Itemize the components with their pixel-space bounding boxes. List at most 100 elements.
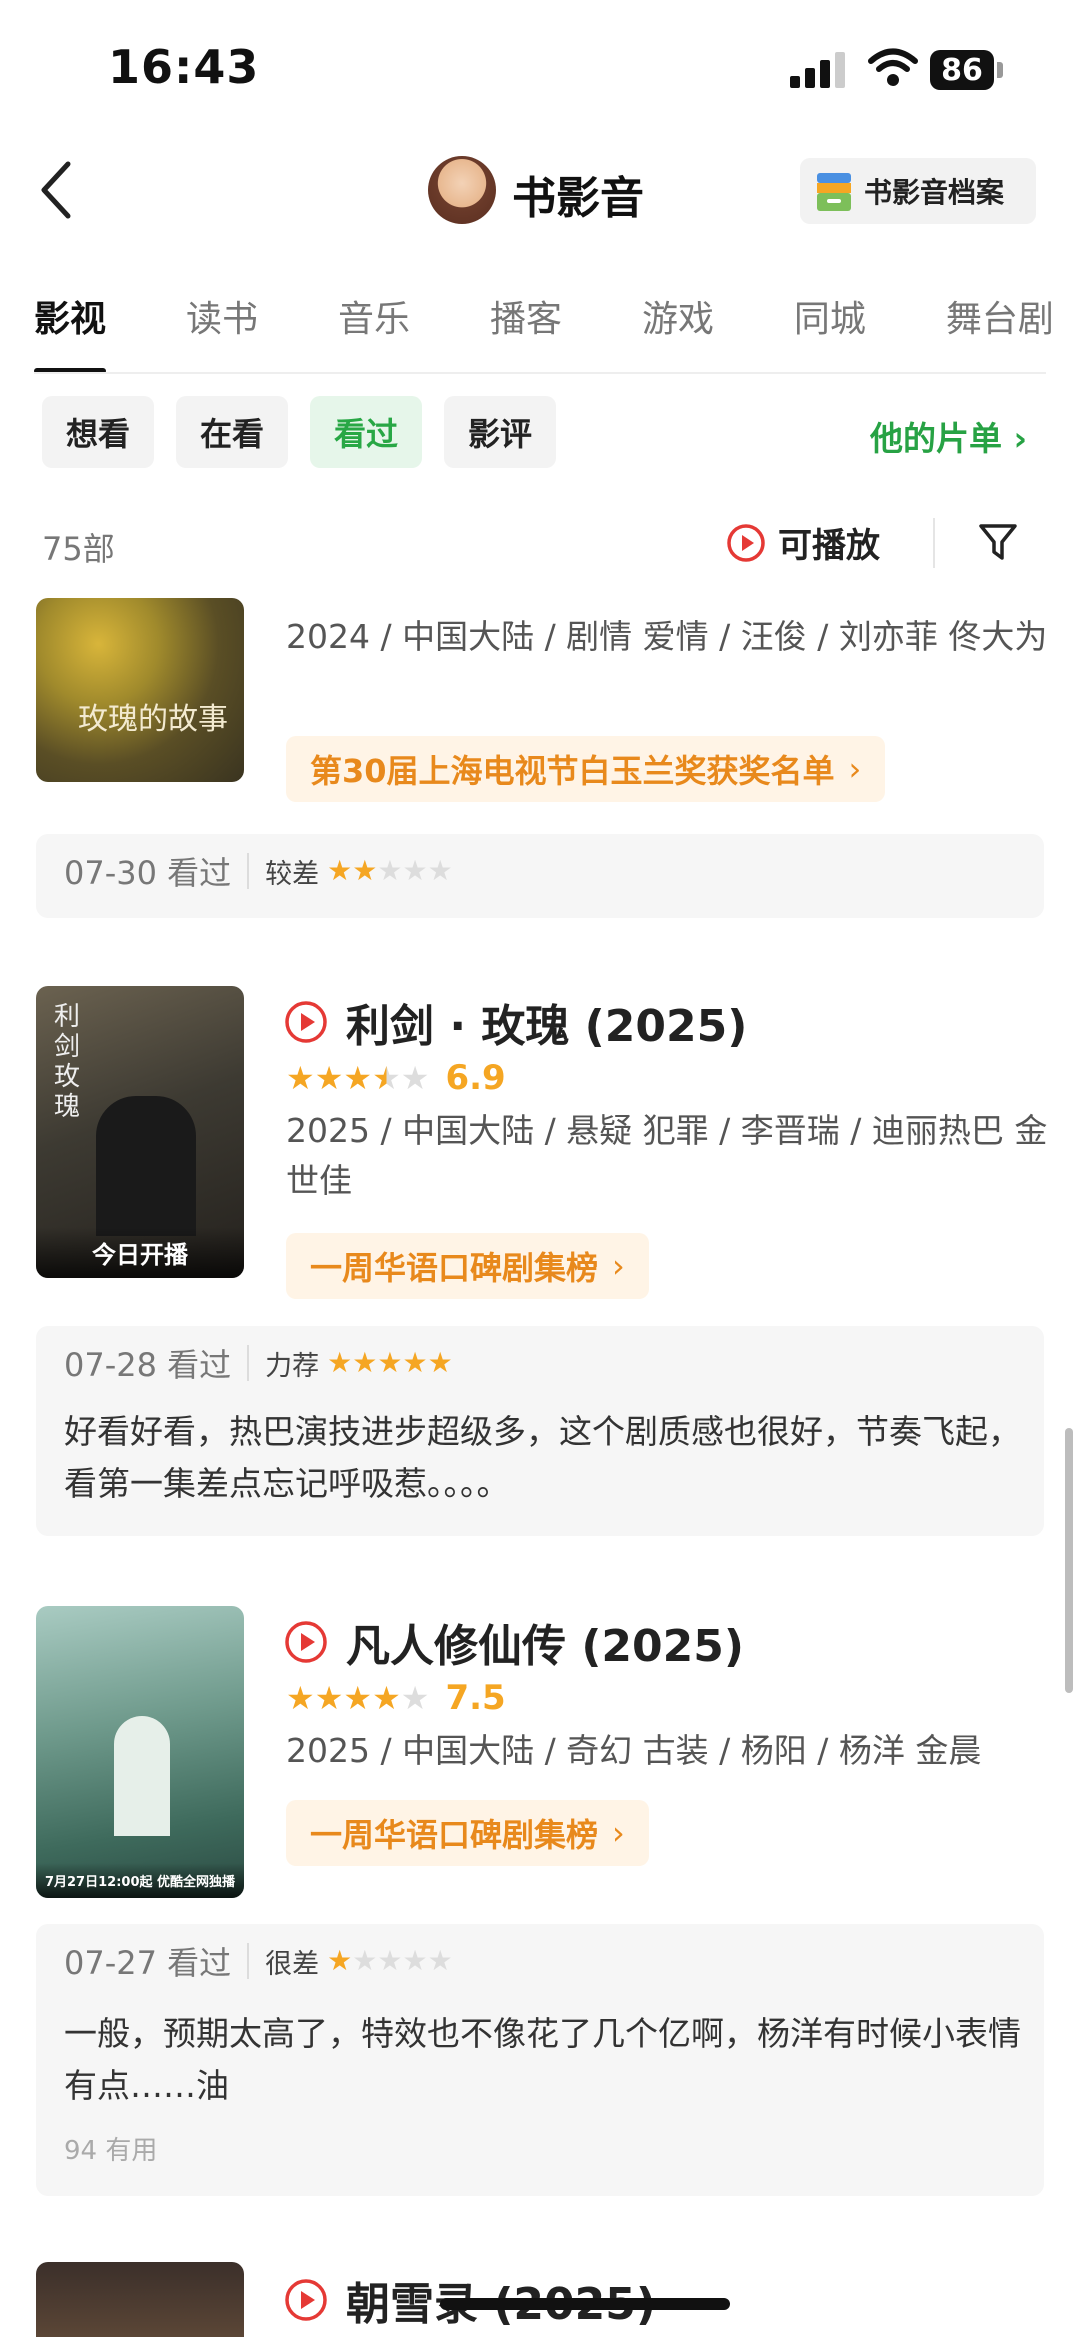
star-icon: ★ <box>314 1679 344 1717</box>
star-icon: ★ <box>343 1679 373 1717</box>
rating-stars: ★ ★ ★ ★ ★ <box>286 1682 429 1714</box>
star-icon: ★ <box>372 1679 401 1717</box>
rating-score: 7.5 <box>445 1678 506 1718</box>
useful-count[interactable]: 94 有用 <box>64 2130 157 2167</box>
wifi-icon <box>868 48 918 86</box>
review-date: 07-30 看过 <box>64 854 232 892</box>
star-icon: ★ <box>343 1059 373 1097</box>
category-tabs: 影视 读书 音乐 播客 游戏 同城 舞台剧 <box>34 290 1054 374</box>
star-icon: ★ <box>402 1346 428 1379</box>
my-list-label: 他的片单 <box>870 419 1002 458</box>
tab-music[interactable]: 音乐 <box>338 290 410 362</box>
item-title[interactable]: 凡人修仙传 (2025) <box>284 1610 744 1674</box>
tab-divider <box>34 372 1046 374</box>
page-title: 书影音 <box>512 173 644 224</box>
chip-watching[interactable]: 在看 <box>176 396 289 468</box>
user-rating-stars: ★ ★ ★ ★ ★ <box>327 1349 453 1377</box>
item-meta: 2024 / 中国大陆 / 剧情 爱情 / 汪俊 / 刘亦菲 佟大为 <box>286 617 1048 656</box>
title-text: 凡人修仙传 (2025) <box>346 1621 744 1672</box>
archive-button[interactable]: 书影音档案 <box>800 158 1036 224</box>
review-text: 好看好看，热巴演技进步超级多，这个剧质感也很好，节奏飞起，看第一集差点忘记呼吸惹… <box>64 1412 1021 1503</box>
play-circle-icon <box>285 2279 327 2321</box>
rating-row: ★ ★ ★ ★ ★ 6.9 <box>286 1058 506 1098</box>
star-icon: ★ <box>427 854 453 887</box>
funnel-filter-icon[interactable] <box>978 522 1018 564</box>
my-list-link[interactable]: 他的片单 › <box>870 412 1027 460</box>
tab-film-tv[interactable]: 影视 <box>34 290 107 374</box>
chart-badge[interactable]: 一周华语口碑剧集榜 › <box>286 1800 649 1866</box>
review-text: 一般，预期太高了，特效也不像花了几个亿啊，杨洋有时候小表情有点……油 <box>64 2014 1021 2105</box>
poster-rose-story[interactable]: 玫瑰的故事 <box>36 598 244 782</box>
divider <box>933 518 935 568</box>
poster-sword-rose[interactable]: 利剑玫瑰 今日开播 <box>36 986 244 1278</box>
chevron-right-icon: › <box>612 1247 625 1285</box>
poster-title: 玫瑰的故事 <box>78 702 228 737</box>
home-indicator[interactable] <box>440 2298 730 2310</box>
tab-books[interactable]: 读书 <box>186 290 258 362</box>
divider <box>247 1943 250 1979</box>
review-level: 很差 <box>265 1948 320 1980</box>
cellular-signal-icon <box>790 52 845 88</box>
star-icon: ★ <box>352 1944 378 1977</box>
filter-chips: 想看 在看 看过 影评 <box>42 396 557 468</box>
battery-icon: 86 <box>930 50 994 90</box>
poster-mortal-immortal[interactable]: 7月27日12:00起 优酷全网独播 <box>36 1606 244 1898</box>
playable-label: 可播放 <box>778 526 880 566</box>
status-time: 16:43 <box>108 40 260 94</box>
review-header: 07-27 看过 很差 ★ ★ ★ ★ ★ <box>64 1938 453 1984</box>
review-card[interactable]: 07-30 看过 较差 ★ ★ ★ ★ ★ <box>36 834 1044 918</box>
star-icon: ★ <box>327 1944 353 1977</box>
tab-stage[interactable]: 舞台剧 <box>946 290 1054 362</box>
poster-caption: 7月27日12:00起 优酷全网独播 <box>36 1863 244 1898</box>
playable-filter[interactable]: 可播放 <box>726 518 880 567</box>
poster-title: 利剑玫瑰 <box>54 1002 81 1122</box>
back-arrow-icon[interactable] <box>36 160 76 220</box>
item-meta: 2025 / 中国大陆 / 奇幻 古装 / 杨阳 / 杨洋 金晨 <box>286 1731 982 1770</box>
poster-zhaoxue-lu[interactable] <box>36 2262 244 2337</box>
star-icon: ★ <box>377 1346 403 1379</box>
star-icon: ★ <box>286 1059 315 1097</box>
review-card[interactable]: 07-28 看过 力荐 ★ ★ ★ ★ ★ 好看好看，热巴演技进步超级多，这个剧质感也很… <box>36 1326 1044 1536</box>
star-icon: ★ <box>400 1059 430 1097</box>
user-rating-stars: ★ ★ ★ ★ ★ <box>327 1947 453 1975</box>
chip-reviews[interactable]: 影评 <box>444 396 557 468</box>
chevron-right-icon: › <box>1013 419 1028 458</box>
star-icon: ★ <box>327 1346 353 1379</box>
user-rating-stars: ★ ★ ★ ★ ★ <box>327 857 453 885</box>
tab-podcast[interactable]: 播客 <box>490 290 562 362</box>
chart-badge[interactable]: 一周华语口碑剧集榜 › <box>286 1233 649 1299</box>
rating-stars: ★ ★ ★ ★ ★ <box>286 1062 429 1094</box>
poster-caption: 今日开播 <box>36 1227 244 1278</box>
chip-want-to-watch[interactable]: 想看 <box>42 396 155 468</box>
play-circle-icon <box>727 523 765 562</box>
badge-label: 一周华语口碑剧集榜 <box>310 1249 599 1287</box>
chip-watched[interactable]: 看过 <box>310 396 423 468</box>
poster-figure <box>114 1716 170 1836</box>
chevron-right-icon: › <box>848 750 862 788</box>
item-count: 75部 <box>42 530 115 568</box>
play-circle-icon <box>285 1621 327 1663</box>
avatar[interactable] <box>428 156 496 224</box>
review-date: 07-28 看过 <box>64 1346 232 1384</box>
divider <box>247 1345 250 1381</box>
review-card[interactable]: 07-27 看过 很差 ★ ★ ★ ★ ★ 一般，预期太高了，特效也不像花了几个亿啊，杨… <box>36 1924 1044 2196</box>
tab-games[interactable]: 游戏 <box>642 290 714 362</box>
star-icon: ★ <box>286 1679 315 1717</box>
review-header: 07-30 看过 较差 ★ ★ ★ ★ ★ <box>64 848 453 894</box>
star-icon: ★ <box>402 1944 428 1977</box>
star-icon: ★ <box>402 854 428 887</box>
star-icon: ★ <box>352 854 378 887</box>
item-meta: 2025 / 中国大陆 / 悬疑 犯罪 / 李晋瑞 / 迪丽热巴 金世佳 <box>286 1111 1048 1200</box>
star-icon: ★ <box>327 854 353 887</box>
tab-local[interactable]: 同城 <box>794 290 866 362</box>
archive-label: 书影音档案 <box>864 176 1005 209</box>
battery-tip <box>997 62 1003 78</box>
award-badge[interactable]: 第30届上海电视节白玉兰奖获奖名单 › <box>286 736 886 802</box>
review-header: 07-28 看过 力荐 ★ ★ ★ ★ ★ <box>64 1340 453 1386</box>
item-title[interactable]: 利剑 · 玫瑰 (2025) <box>284 990 747 1054</box>
badge-label: 第30届上海电视节白玉兰奖获奖名单 <box>310 752 835 790</box>
scrollbar[interactable] <box>1065 1428 1073 1693</box>
archive-box-icon <box>817 173 851 211</box>
rating-row: ★ ★ ★ ★ ★ 7.5 <box>286 1678 506 1718</box>
star-icon: ★ <box>377 1944 403 1977</box>
